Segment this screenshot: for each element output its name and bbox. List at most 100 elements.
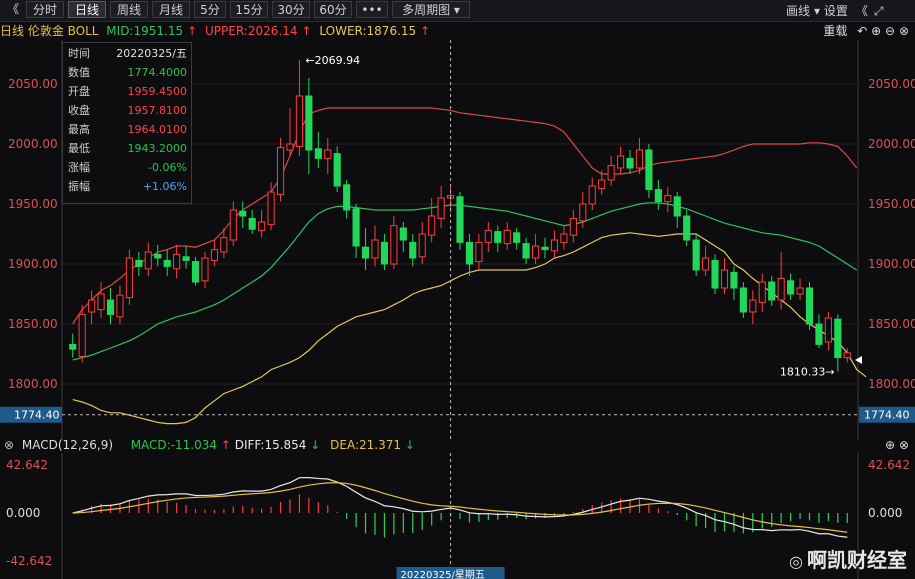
candle-down [730, 271, 738, 289]
settings-button[interactable]: ▾ 设置 [814, 4, 848, 18]
indicator-info-bar: 日线 伦敦金 BOLL MID:1951.15 ↑ UPPER:2026.14 ↑ … [0, 22, 434, 40]
high-annotation: ←2069.94 [305, 54, 360, 67]
y-tick-label-left: 1950.00 [8, 197, 58, 211]
candle-up [843, 352, 851, 359]
zoom-out-icon[interactable]: ⊖ [885, 24, 895, 38]
panel-value: 1959.4500 [127, 85, 188, 98]
candle-up [324, 149, 332, 159]
candle-up [569, 217, 577, 236]
candle-up [428, 215, 436, 236]
candle-down [739, 287, 747, 313]
panel-value: 1957.8100 [127, 104, 188, 117]
macd-chart[interactable]: 42.642 0.000 -42.642 42.642 0.000 20220325/星期… [0, 453, 915, 579]
candle-up [560, 233, 568, 243]
candle-down [673, 196, 681, 217]
period-tab-8[interactable]: ••• [356, 1, 388, 18]
macd-axis-label-left: 0.000 [6, 506, 40, 520]
candle-down [513, 232, 521, 243]
candle-up [258, 221, 266, 231]
candle-down [361, 246, 370, 259]
y-tick-label-right: 1900.00 [868, 257, 915, 271]
candle-down [154, 253, 162, 259]
y-tick-label-left: 1800.00 [8, 377, 58, 391]
undo-icon[interactable]: ↶ [857, 24, 867, 38]
fullscreen-icon[interactable]: ⤢ [874, 4, 884, 18]
diff-value: DIFF:15.854 [234, 438, 307, 452]
period-tab-4[interactable]: 5分 [194, 1, 226, 18]
zoom-in-icon[interactable]: ⊕ [871, 24, 881, 38]
candle-up [418, 233, 426, 258]
candle-up [503, 229, 511, 245]
candle-up [484, 229, 492, 243]
period-tab-0[interactable]: 分时 [26, 1, 64, 18]
candle-down [409, 241, 417, 259]
period-tab-2[interactable]: 周线 [110, 1, 148, 18]
y-tick-label-right: 1950.00 [868, 197, 915, 211]
panel-row: 振幅 +1.06% [68, 177, 187, 196]
macd-zoom-in-icon[interactable]: ⊕ [885, 438, 895, 452]
macd-title: MACD(12,26,9) [21, 438, 114, 452]
candle-up [824, 317, 832, 343]
cursor-date-label: 20220325/星期五 [401, 569, 485, 579]
panel-key: 最高 [68, 123, 90, 136]
candle-down [522, 243, 530, 259]
panel-row: 时间 20220325/五 [68, 44, 187, 63]
chart-controls: 重载 ↶ ⊕ ⊖ ⊗ [823, 22, 909, 40]
candle-down [626, 157, 634, 169]
candle-down [683, 215, 691, 241]
panel-row: 涨幅 -0.06% [68, 158, 187, 177]
candle-up [607, 165, 615, 181]
candle-down [456, 196, 464, 243]
candle-up [796, 287, 804, 295]
period-tab-6[interactable]: 30分 [272, 1, 310, 18]
period-tab-5[interactable]: 15分 [230, 1, 268, 18]
candle-up [531, 245, 540, 259]
dea-value: DEA:21.371 [330, 438, 402, 452]
candle-up [588, 185, 596, 205]
boll-mid: MID:1951.15 [106, 24, 184, 38]
period-tab-3[interactable]: 月线 [152, 1, 190, 18]
candle-down [248, 217, 256, 230]
macd-axis-label-left: -42.642 [6, 554, 52, 568]
period-tab-1[interactable]: 日线 [68, 1, 106, 18]
candle-up [210, 249, 218, 261]
candle-up [229, 209, 237, 241]
y-tick-label-right: 1800.00 [868, 377, 915, 391]
panel-key: 数值 [68, 66, 90, 79]
macd-axis-label-right: 42.642 [868, 458, 910, 472]
close-icon[interactable]: ⊗ [899, 24, 909, 38]
candle-up [267, 191, 275, 225]
period-tab-7[interactable]: 60分 [314, 1, 352, 18]
candle-down [768, 281, 776, 301]
panel-value: 1943.2000 [127, 142, 188, 155]
candle-up [295, 95, 303, 147]
collapse-left-button[interactable]: 《 [4, 1, 22, 18]
y-tick-label-left: 2050.00 [8, 77, 58, 91]
draw-line-button[interactable]: 画线 [786, 4, 810, 18]
panel-key: 收盘 [68, 104, 90, 117]
ohlc-info-panel: 时间 20220325/五 数值 1774.4000 开盘 1959.4500 收盘 1957… [62, 42, 192, 204]
macd-close-icon[interactable]: ⊗ [4, 438, 14, 452]
macd-panel-close-icon[interactable]: ⊗ [899, 438, 909, 452]
y-tick-label-right: 1850.00 [868, 317, 915, 331]
candle-down [135, 259, 143, 267]
macd-axis-label-right: 0.000 [868, 506, 902, 520]
candle-up [78, 313, 86, 357]
cursor-price-left: 1774.40 [14, 409, 60, 422]
candle-up [598, 179, 606, 189]
reload-button[interactable]: 重载 [823, 24, 847, 38]
boll-upper: UPPER:2026.14 [205, 24, 298, 38]
panel-row: 收盘 1957.8100 [68, 101, 187, 120]
period-tab-9[interactable]: 多周期图 ▾ [392, 1, 470, 18]
candle-down [343, 184, 351, 211]
candle-up [550, 239, 559, 252]
candle-down [494, 231, 502, 243]
candle-up [579, 203, 587, 222]
candle-up [475, 241, 483, 263]
candle-down [465, 241, 474, 265]
candle-up [173, 253, 181, 270]
boll-mid-line [72, 202, 858, 361]
candle-up [116, 294, 124, 318]
candle-down [805, 287, 814, 325]
collapse-right-button[interactable]: 《 [856, 4, 868, 18]
